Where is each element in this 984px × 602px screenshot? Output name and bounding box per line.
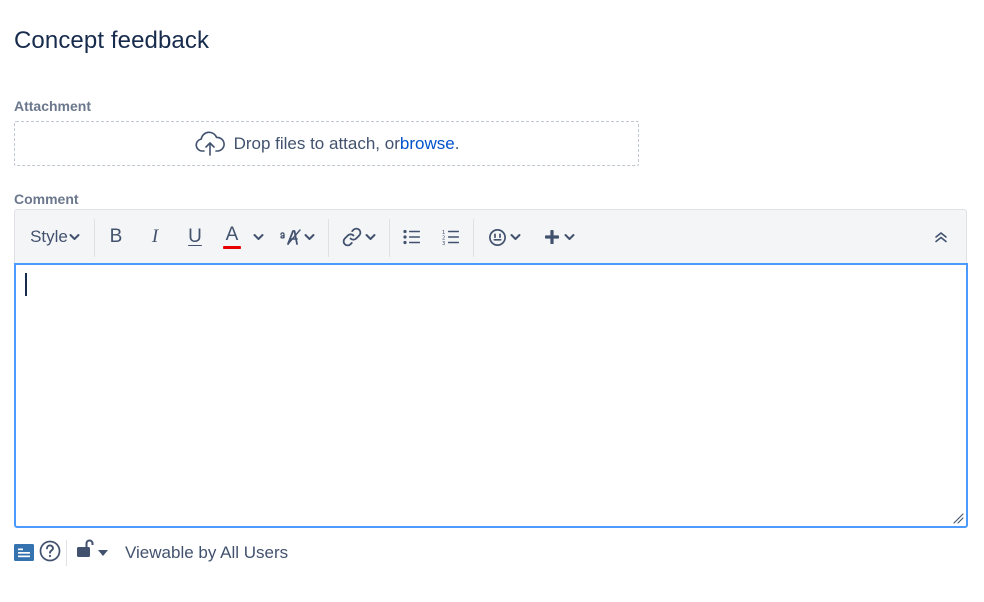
- bold-icon: B: [109, 226, 123, 247]
- help-button[interactable]: [39, 540, 61, 562]
- chevron-down-icon: [304, 233, 315, 241]
- collapse-toolbar-button[interactable]: [931, 224, 951, 250]
- insert-more-button[interactable]: [541, 224, 577, 250]
- style-dropdown[interactable]: Style: [29, 224, 81, 250]
- question-circle-icon: [39, 540, 61, 562]
- restrictions-button[interactable]: [76, 538, 108, 560]
- comment-form-page: Concept feedback Attachment Drop files t…: [0, 0, 984, 602]
- numbered-list-icon: 1 2 3: [442, 229, 460, 245]
- link-icon: [341, 226, 363, 248]
- caret-down-icon: [98, 550, 108, 556]
- comment-textarea[interactable]: [14, 263, 968, 528]
- emoticon-button[interactable]: [485, 224, 523, 250]
- chevron-down-icon: [69, 233, 80, 241]
- cloud-upload-icon: [194, 131, 226, 157]
- text-color-icon: A: [225, 224, 239, 245]
- comment-label: Comment: [14, 191, 79, 207]
- plus-icon: [544, 229, 560, 245]
- more-formatting-icon: [279, 227, 303, 247]
- underline-icon: U: [188, 226, 202, 247]
- editor-mode-button[interactable]: [14, 544, 34, 561]
- double-chevron-up-icon: [934, 231, 948, 243]
- visibility-label: Viewable by All Users: [125, 543, 289, 562]
- numbered-list-button[interactable]: 1 2 3: [440, 224, 462, 250]
- smiley-icon: [488, 228, 507, 247]
- attachment-label: Attachment: [14, 98, 92, 114]
- style-dropdown-label: Style: [30, 227, 68, 246]
- toolbar-separator: [328, 219, 329, 257]
- chevron-down-icon: [365, 233, 376, 241]
- toolbar-separator: [473, 219, 474, 257]
- underline-button[interactable]: U: [183, 224, 207, 250]
- footer-separator: [66, 540, 67, 566]
- attachment-dropzone[interactable]: Drop files to attach, or browse .: [14, 121, 639, 166]
- chevron-down-icon: [510, 233, 521, 241]
- drop-files-text: Drop files to attach, or: [233, 133, 400, 153]
- toolbar-separator: [94, 219, 95, 257]
- insert-link-button[interactable]: [338, 224, 378, 250]
- browse-link[interactable]: browse: [400, 134, 455, 154]
- toolbar-separator: [389, 219, 390, 257]
- unlock-icon: [76, 538, 94, 560]
- bullet-list-icon: [403, 229, 421, 245]
- chevron-down-icon: [564, 233, 575, 241]
- page-title: Concept feedback: [14, 27, 210, 54]
- text-caret: [25, 273, 27, 296]
- bold-button[interactable]: B: [105, 224, 127, 250]
- svg-text:3: 3: [442, 241, 445, 245]
- text-color-swatch: [223, 246, 241, 249]
- resize-handle-icon[interactable]: [953, 513, 964, 524]
- comment-footer: Viewable by All Users: [14, 538, 514, 568]
- text-color-dropdown[interactable]: [251, 224, 265, 250]
- comment-editor: Style B I U A 1 2 3: [14, 209, 968, 529]
- editor-toolbar: Style B I U A 1 2 3: [14, 209, 967, 264]
- more-formatting-button[interactable]: [277, 224, 317, 250]
- drop-text-end: .: [454, 133, 460, 153]
- italic-icon: I: [151, 226, 159, 247]
- bullet-list-button[interactable]: [401, 224, 423, 250]
- editor-mode-icon: [14, 544, 34, 561]
- text-color-button[interactable]: A: [221, 224, 243, 250]
- chevron-down-icon: [253, 233, 264, 241]
- italic-button[interactable]: I: [144, 224, 166, 250]
